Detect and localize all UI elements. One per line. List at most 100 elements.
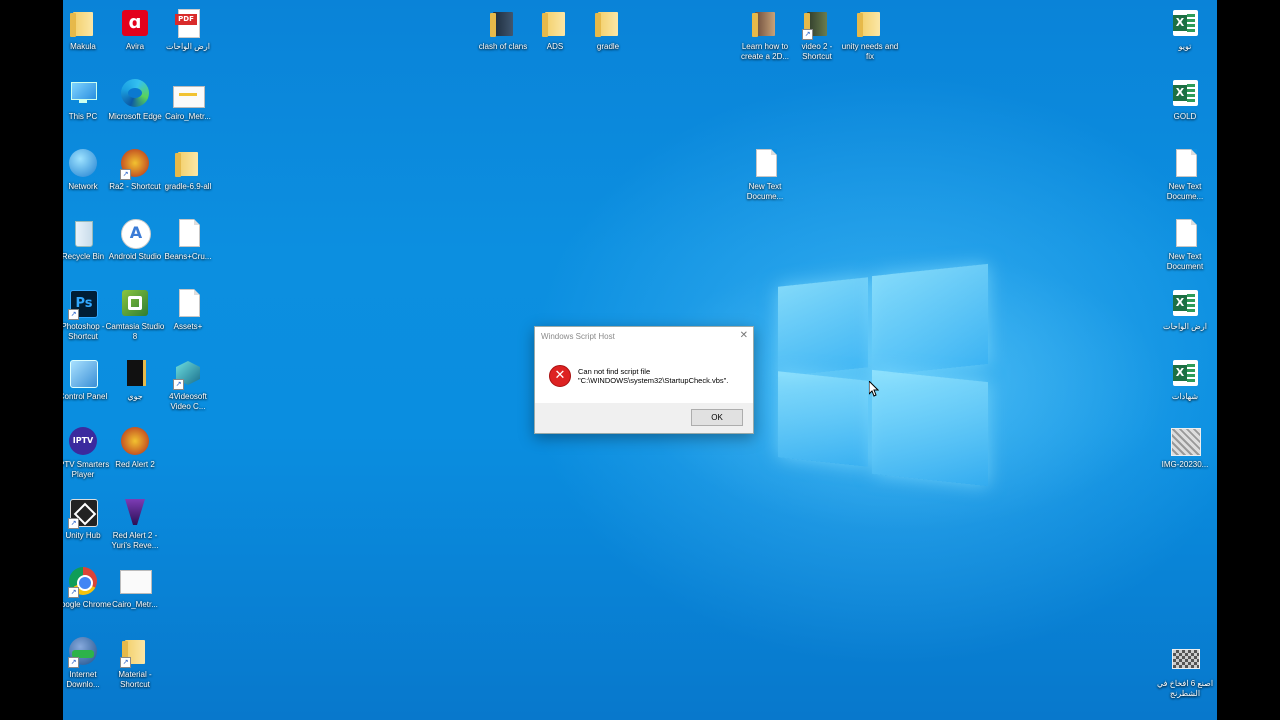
desktop-icon-arz-alwahat-pdf[interactable]: PDF ارض الواحات <box>158 8 218 52</box>
desktop-icon-juju[interactable]: جوي <box>105 358 165 402</box>
desktop-icon-img-2023[interactable]: IMG-20230... <box>1155 426 1215 470</box>
dialog-message-line1: Can not find script file <box>578 367 651 376</box>
icon-label: New Text Docume... <box>1166 182 1204 201</box>
desktop-icon-shahadat[interactable]: X شهادات <box>1155 358 1215 402</box>
desktop-icon-new-text-doc-r1[interactable]: New Text Docume... <box>1155 148 1215 202</box>
desktop-icon-cairo-metro-1[interactable]: Cairo_Metr... <box>158 78 218 122</box>
icon-label: جوي <box>127 392 143 401</box>
icon-label: New Text Docume... <box>746 182 784 201</box>
close-icon[interactable]: ✕ <box>740 330 748 341</box>
icon-label: IMG-20230... <box>1161 460 1209 469</box>
excel-icon: X <box>1173 360 1198 386</box>
desktop-icon-cairo-metro-2[interactable]: Cairo_Metr... <box>105 566 165 610</box>
desktop-icon-android-studio[interactable]: A Android Studio <box>105 218 165 262</box>
desktop-icon-gold[interactable]: X GOLD <box>1155 78 1215 122</box>
yuri-icon <box>120 497 150 527</box>
desktop-icon-new-text-doc-mid[interactable]: New Text Docume... <box>735 148 795 202</box>
desktop-icon-toyo[interactable]: X تويو <box>1155 8 1215 52</box>
desktop-icon-camtasia[interactable]: Camtasia Studio 8 <box>105 288 165 342</box>
recycle-bin-icon <box>68 218 98 248</box>
icon-label: unity needs and fix <box>841 42 899 61</box>
desktop-icon-chess-video[interactable]: اصنع 6 افخاخ في الشطرنج <box>1155 645 1215 699</box>
red-alert-icon: ↗ <box>120 148 150 180</box>
icon-label: Red Alert 2 <box>115 460 155 469</box>
icon-label: New Text Document <box>1166 252 1204 271</box>
icon-label: clash of clans <box>478 42 528 51</box>
icon-label: Learn how to create a 2D... <box>740 42 790 61</box>
iptv-icon: IPTV <box>68 426 98 456</box>
desktop-icon-gradle[interactable]: gradle <box>578 8 638 52</box>
ok-button[interactable]: OK <box>691 409 743 426</box>
script-host-error-dialog: Windows Script Host ✕ ✕ Can not find scr… <box>534 326 754 434</box>
desktop-icon-4videosoft[interactable]: ↗ 4Videosoft Video C... <box>158 358 218 412</box>
folder-icon <box>175 152 198 177</box>
icon-label: video 2 - Shortcut <box>801 42 833 61</box>
image-file-icon <box>120 566 152 596</box>
image-file-icon <box>173 78 205 108</box>
desktop-icon-learn-2d[interactable]: Learn how to create a 2D... <box>735 8 795 62</box>
icon-label: Microsoft Edge <box>108 112 162 121</box>
desktop-icon-microsoft-edge[interactable]: Microsoft Edge <box>105 78 165 122</box>
unity-hub-icon: ↗ <box>68 497 98 529</box>
excel-icon: X <box>1173 10 1198 36</box>
desktop-icon-clash-of-clans[interactable]: clash of clans <box>473 8 533 52</box>
desktop-icon-material-shortcut[interactable]: ↗ Material - Shortcut <box>105 636 165 690</box>
desktop-icon-new-text-doc-r2[interactable]: New Text Document <box>1155 218 1215 272</box>
edge-icon <box>120 78 150 108</box>
file-icon <box>179 219 200 247</box>
camtasia-icon <box>120 288 150 318</box>
videosoft-icon: ↗ <box>173 358 203 390</box>
icon-label: Android Studio <box>108 252 162 261</box>
desktop-icon-beans[interactable]: Beans+Cru... <box>158 218 218 262</box>
desktop-icon-unity-needs[interactable]: unity needs and fix <box>840 8 900 62</box>
folder-icon <box>542 12 565 37</box>
icon-label: Avira <box>125 42 145 51</box>
folder-icon <box>857 12 880 37</box>
icon-label: GOLD <box>1173 112 1197 121</box>
video-file-icon <box>1170 645 1200 675</box>
icon-label: شهادات <box>1171 392 1199 401</box>
icon-label: Camtasia Studio 8 <box>105 322 165 341</box>
excel-icon: X <box>1173 80 1198 106</box>
icon-label: اصنع 6 افخاخ في الشطرنج <box>1156 679 1214 698</box>
error-icon: ✕ <box>549 365 571 387</box>
icon-label: ارض الواحات <box>1163 322 1207 331</box>
icon-label: تويو <box>1178 42 1192 51</box>
icon-label: Beans+Cru... <box>164 252 212 261</box>
icon-label: Red Alert 2 - Yuri's Reve... <box>111 531 159 550</box>
photoshop-icon: Ps ↗ <box>68 288 98 320</box>
desktop-icon-red-alert-2[interactable]: Red Alert 2 <box>105 426 165 470</box>
chrome-icon: ↗ <box>68 566 98 598</box>
red-alert-icon <box>120 426 150 456</box>
folder-icon <box>595 12 618 37</box>
icon-label: Ra2 - Shortcut <box>109 182 161 191</box>
android-studio-icon: A <box>120 218 151 249</box>
desktop-icon-assets[interactable]: Assets+ <box>158 288 218 332</box>
text-file-icon <box>756 149 777 177</box>
desktop-icon-red-alert-yuri[interactable]: Red Alert 2 - Yuri's Reve... <box>105 497 165 551</box>
folder-icon <box>70 12 93 37</box>
excel-icon: X <box>1173 290 1198 316</box>
text-file-icon <box>1176 219 1197 247</box>
desktop-icon-video2-shortcut[interactable]: ↗ video 2 - Shortcut <box>787 8 847 62</box>
icon-label: Material - Shortcut <box>118 670 152 689</box>
icon-label: Assets+ <box>173 322 203 331</box>
dialog-title: Windows Script Host <box>541 332 615 341</box>
dialog-message-line2: "C:\WINDOWS\system32\StartupCheck.vbs". <box>578 376 729 385</box>
avira-icon: ɑ <box>120 8 150 38</box>
folder-icon: ↗ <box>802 8 832 40</box>
desktop-icon-gradle-all[interactable]: gradle-6.9-all <box>158 148 218 192</box>
desktop-icon-arz-alwahat-xl[interactable]: X ارض الواحات <box>1155 288 1215 332</box>
dark-folder-icon <box>488 8 518 38</box>
desktop-icon-avira[interactable]: ɑ Avira <box>105 8 165 52</box>
mouse-cursor-icon <box>869 381 879 397</box>
idm-icon: ↗ <box>68 636 98 668</box>
pdf-icon: PDF <box>173 8 203 38</box>
desktop-icon-ra2-shortcut[interactable]: ↗ Ra2 - Shortcut <box>105 148 165 192</box>
icon-label: gradle <box>596 42 620 51</box>
desktop-icon-ads[interactable]: ADS <box>525 8 585 52</box>
control-panel-icon <box>68 358 98 388</box>
text-file-icon <box>1176 149 1197 177</box>
folder-icon <box>750 8 780 38</box>
file-icon <box>179 289 200 317</box>
